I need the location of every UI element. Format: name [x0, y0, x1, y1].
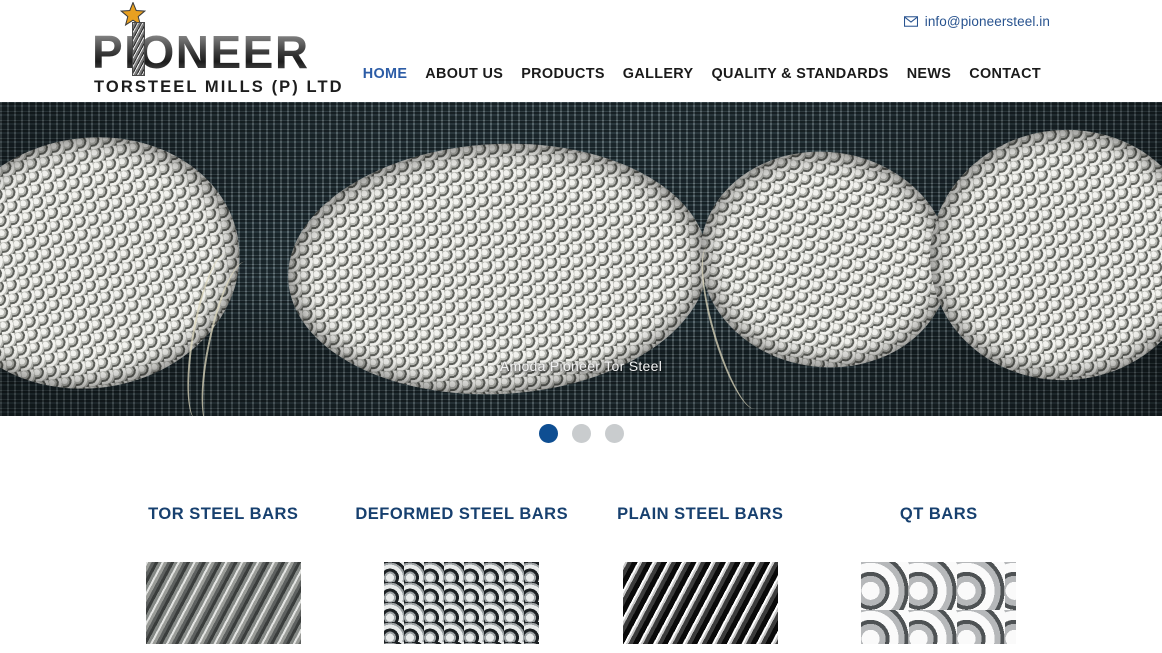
product-card-deformed-steel-bars[interactable]: DEFORMED STEEL BARS	[343, 505, 582, 644]
logo-subtitle: TORSTEEL MILLS (P) LTD	[94, 78, 344, 96]
carousel-pagination	[0, 424, 1162, 443]
envelope-icon	[903, 16, 918, 27]
carousel-dot-2[interactable]	[571, 424, 591, 443]
nav-item-news[interactable]: NEWS	[898, 66, 961, 82]
product-card-plain-steel-bars[interactable]: PLAIN STEEL BARS	[581, 505, 820, 644]
header-email[interactable]: info@pioneersteel.in	[903, 14, 1050, 29]
main-navigation: HOME ABOUT US PRODUCTS GALLERY QUALITY &…	[354, 66, 1050, 82]
nav-item-contact[interactable]: CONTACT	[960, 66, 1050, 82]
page-root: PIONEER TORSTEEL MILLS (P) LTD info@pion…	[0, 0, 1162, 653]
product-title: QT BARS	[899, 505, 978, 523]
product-card-qt-bars[interactable]: QT BARS	[820, 505, 1059, 644]
nav-item-about[interactable]: ABOUT US	[416, 66, 512, 82]
product-thumbnail[interactable]	[622, 562, 778, 644]
product-title: DEFORMED STEEL BARS	[355, 505, 569, 523]
hero-caption: Amoda Pioneer Tor Steel	[499, 358, 663, 374]
site-logo[interactable]: PIONEER TORSTEEL MILLS (P) LTD	[92, 2, 382, 100]
carousel-dot-1[interactable]	[538, 424, 558, 443]
product-card-tor-steel-bars[interactable]: TOR STEEL BARS	[104, 505, 343, 644]
rebar-rod-icon	[132, 22, 145, 76]
product-category-grid: TOR STEEL BARS DEFORMED STEEL BARS PLAIN…	[0, 505, 1162, 644]
product-thumbnail[interactable]	[145, 562, 301, 644]
product-title: TOR STEEL BARS	[148, 505, 299, 523]
product-thumbnail[interactable]	[384, 562, 540, 644]
product-title: PLAIN STEEL BARS	[617, 505, 784, 523]
product-thumbnail[interactable]	[861, 562, 1017, 644]
nav-item-home[interactable]: HOME	[354, 66, 417, 82]
nav-item-quality[interactable]: QUALITY & STANDARDS	[702, 66, 897, 82]
nav-item-gallery[interactable]: GALLERY	[614, 66, 703, 82]
email-text: info@pioneersteel.in	[924, 14, 1050, 29]
nav-item-products[interactable]: PRODUCTS	[512, 66, 614, 82]
carousel-dot-3[interactable]	[604, 424, 624, 443]
site-header: PIONEER TORSTEEL MILLS (P) LTD info@pion…	[0, 0, 1162, 102]
